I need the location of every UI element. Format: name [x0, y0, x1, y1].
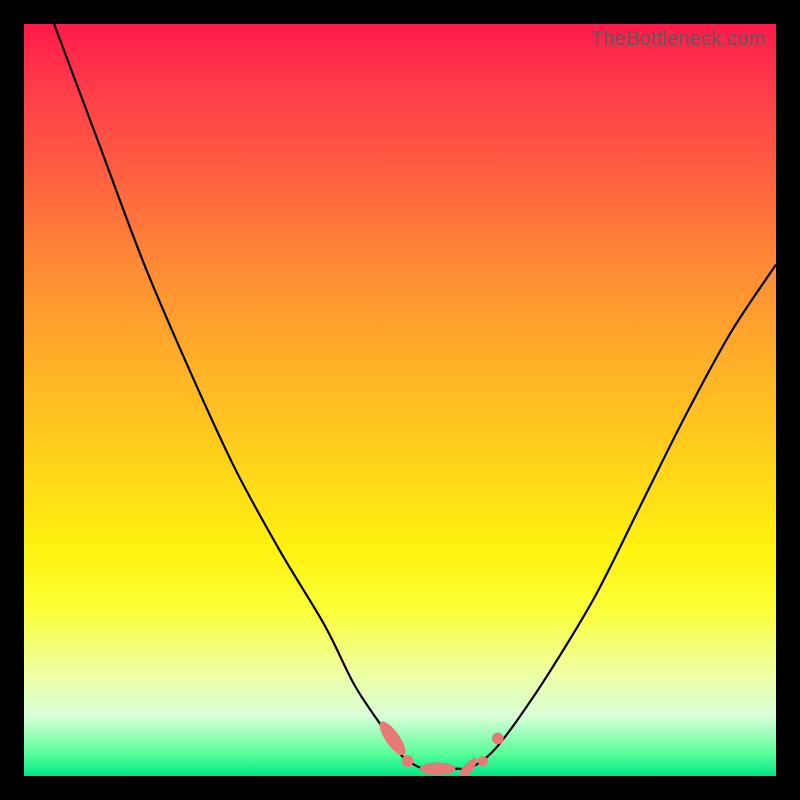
valley-marker-1 — [402, 755, 414, 767]
watermark-text: TheBottleneck.com — [591, 28, 766, 51]
chart-plot-area: TheBottleneck.com — [24, 24, 776, 776]
series-left-curve — [54, 24, 407, 761]
curve-layer — [54, 24, 776, 769]
series-right-curve — [483, 265, 776, 761]
valley-marker-2 — [420, 762, 456, 774]
valley-marker-4 — [478, 756, 488, 766]
valley-marker-5 — [492, 733, 504, 745]
chart-svg — [24, 24, 776, 776]
valley-marker-0 — [375, 718, 409, 759]
marker-layer — [375, 718, 503, 776]
